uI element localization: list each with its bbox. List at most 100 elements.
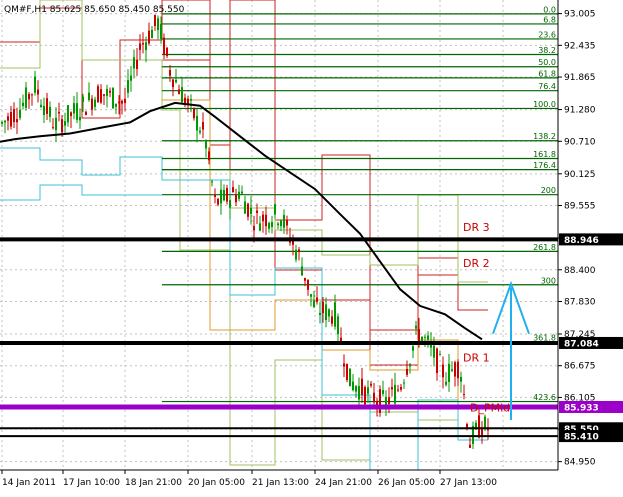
candle-body [313, 300, 315, 308]
candle-body [16, 119, 18, 123]
candle-body [220, 189, 222, 204]
price-chart: 0.06.8 23.6 38.2 50.0 61.8 76.4 100.0 138.2 161.… [0, 0, 623, 488]
annotation-label: DR 3 [463, 221, 490, 234]
candle-body [247, 203, 249, 217]
candle-body [109, 90, 111, 93]
candle-body [442, 364, 444, 378]
candle-body [49, 106, 51, 117]
candle-body [457, 361, 459, 379]
candle-body [406, 368, 408, 375]
candle-body [328, 309, 330, 317]
candle-body [124, 98, 126, 103]
candle-body [445, 381, 447, 385]
price-tick-label: 87.830 [564, 297, 596, 307]
candle-body [388, 397, 390, 404]
fib-level-label: 300 [541, 276, 556, 285]
price-tick-label: 91.865 [564, 73, 596, 83]
candle-body [370, 383, 372, 386]
candle-body [55, 117, 57, 131]
candle-body [115, 103, 117, 107]
candle-body [202, 122, 204, 130]
candle-body [394, 384, 396, 404]
price-tick-label: 89.555 [564, 202, 596, 212]
candle-body [337, 316, 339, 335]
candle-body [265, 214, 267, 227]
candles [1, 14, 489, 449]
price-marker-label: 88.946 [564, 236, 599, 246]
candle-body [67, 105, 69, 123]
candle-body [76, 103, 78, 120]
channel-line [162, 99, 488, 406]
time-axis: 14 Jan 2011 17 Jan 10:00 18 Jan 21:00 20 Ja… [1, 470, 497, 488]
candle-body [199, 130, 201, 133]
candle-body [298, 249, 300, 252]
candle-body [208, 151, 210, 161]
moving-average-line [0, 101, 483, 341]
candle-body [229, 200, 231, 208]
moving-average [0, 101, 483, 341]
candle-body [250, 208, 252, 214]
candle-body [325, 304, 327, 321]
candle-body [142, 43, 144, 45]
time-tick-label: 27 Jan 13:00 [440, 478, 497, 488]
candle-body [28, 93, 30, 100]
candle-body [64, 121, 66, 126]
candle-body [130, 75, 132, 81]
candle-body [268, 222, 270, 229]
channel-line [0, 147, 488, 471]
candle-body [469, 444, 471, 448]
channel-line [0, 184, 162, 201]
candle-body [244, 201, 246, 214]
candle-body [97, 86, 99, 103]
fib-level-label: 76.4 [538, 82, 556, 91]
candle-body [169, 69, 171, 76]
candle-body [277, 223, 279, 226]
candle-body [154, 14, 156, 27]
candle-body [79, 117, 81, 121]
candle-body [7, 116, 9, 121]
candle-body [73, 103, 75, 114]
candle-body [415, 325, 417, 329]
candle-body [61, 119, 63, 133]
channel-line [162, 59, 458, 366]
time-tick-label: 26 Jan 05:00 [378, 478, 435, 488]
candle-body [190, 99, 192, 101]
candle-body [316, 297, 318, 302]
up-arrow [492, 280, 530, 420]
candle-body [193, 108, 195, 119]
candle-body [403, 382, 405, 384]
channel-line [0, 0, 488, 331]
candle-body [484, 416, 486, 430]
candle-body [310, 294, 312, 297]
candle-body [460, 376, 462, 382]
symbol-info: QM#F,H1 85.625 85.650 85.450 85.550 [4, 5, 185, 15]
candle-body [100, 89, 102, 103]
candle-body [361, 378, 363, 395]
candle-body [322, 301, 324, 314]
candle-body [112, 88, 114, 109]
candle-body [358, 386, 360, 400]
price-tick-label: 86.675 [564, 362, 596, 372]
price-tick-label: 84.950 [564, 458, 596, 468]
fib-level-label: 38.2 [538, 46, 556, 55]
candle-body [280, 220, 282, 227]
candle-body [259, 223, 261, 231]
candle-body [307, 279, 309, 290]
candle-body [58, 111, 60, 114]
fib-level-label: 6.8 [543, 15, 556, 24]
candle-body [424, 336, 426, 338]
annotation-label: D_PMid [470, 402, 510, 415]
price-marker-label: 87.084 [564, 339, 599, 349]
price-marker-label: 85.410 [564, 433, 599, 443]
candle-body [70, 112, 72, 116]
fib-level-label: 423.6 [533, 393, 556, 402]
candle-body [256, 210, 258, 213]
candle-body [19, 109, 21, 118]
price-tick-label: 92.435 [564, 41, 596, 51]
candle-body [274, 204, 276, 215]
price-tick-label: 90.710 [564, 137, 596, 147]
price-tick-label: 90.125 [564, 170, 596, 180]
candle-body [262, 214, 264, 222]
candle-body [145, 42, 147, 51]
candle-body [205, 140, 207, 149]
